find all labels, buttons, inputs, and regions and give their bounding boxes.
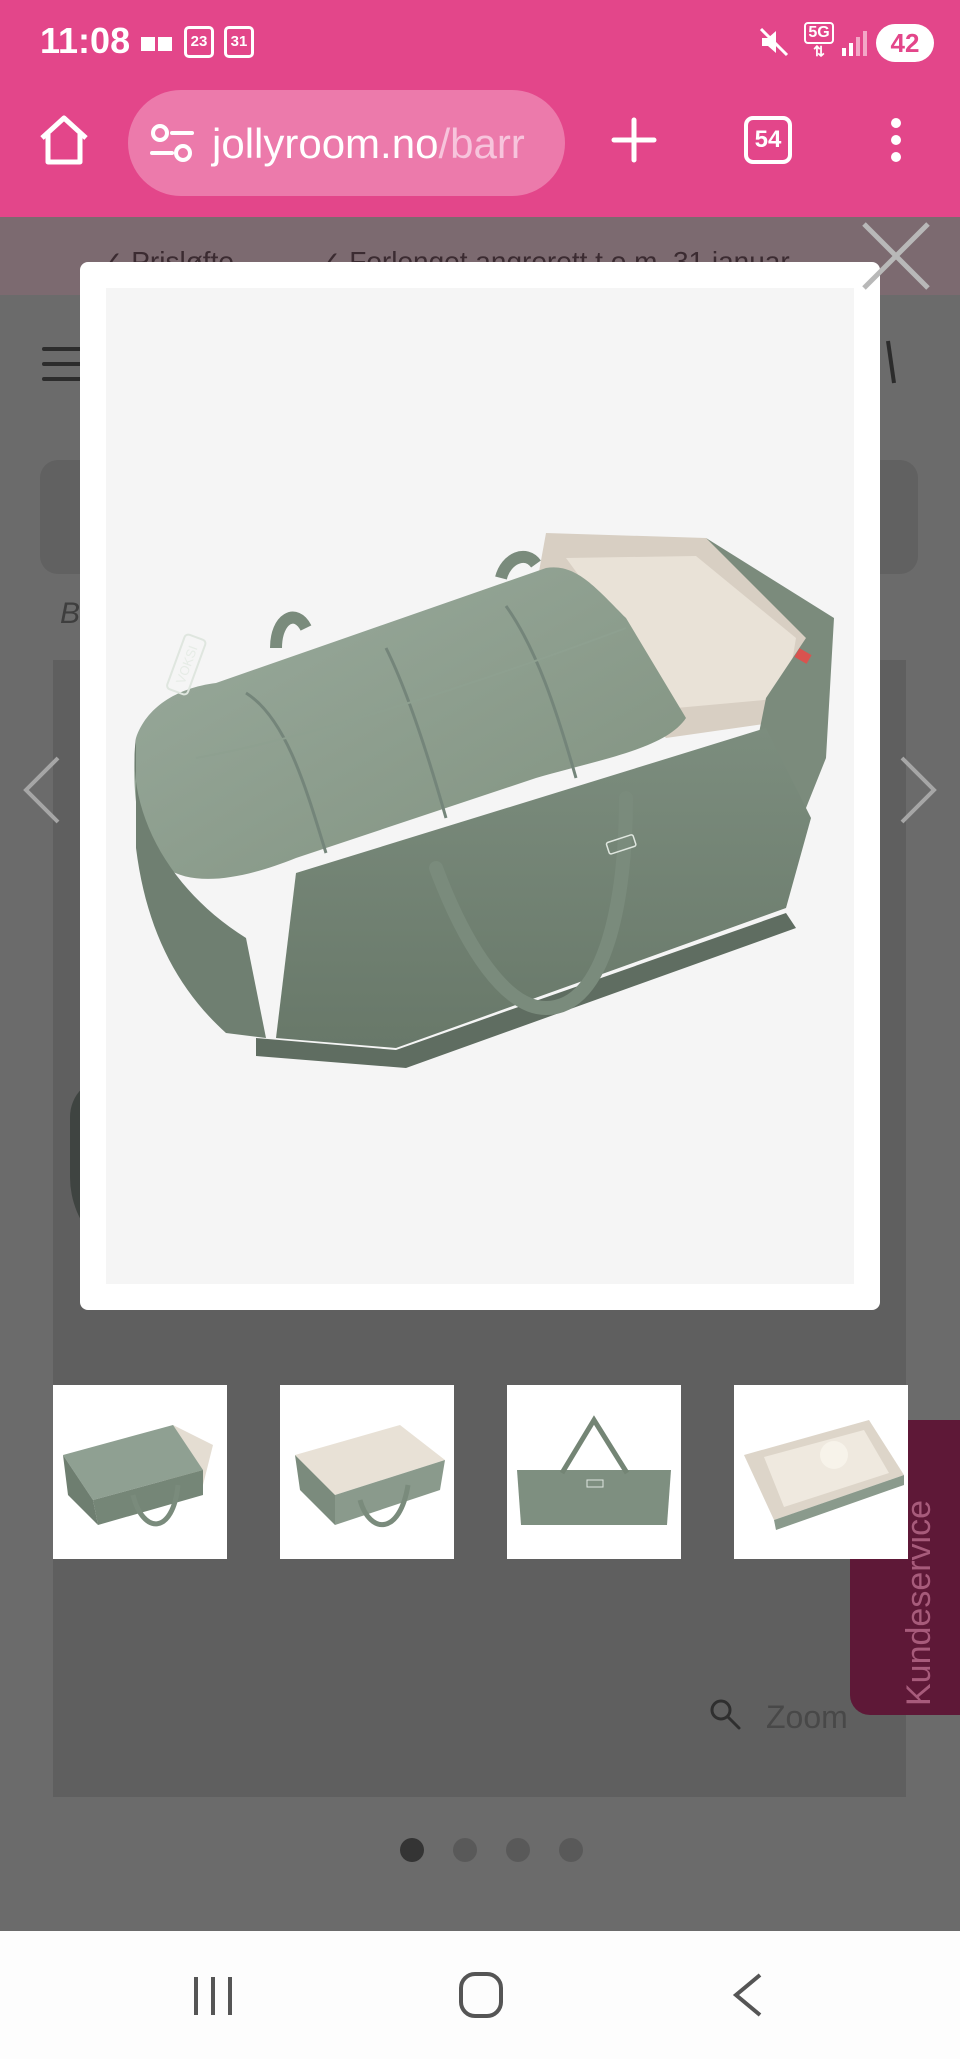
image-lightbox: VOKSI bbox=[80, 262, 880, 1310]
thumbnail-carry-cot-side bbox=[517, 1415, 671, 1525]
previous-image-icon[interactable] bbox=[20, 752, 64, 828]
back-icon[interactable] bbox=[730, 1971, 766, 2019]
browser-toolbar: jollyroom.no/barr 54 bbox=[0, 86, 960, 217]
url-host: jollyroom.no bbox=[212, 120, 439, 167]
status-time: 11:08 bbox=[40, 20, 131, 61]
carousel-dot[interactable] bbox=[506, 1838, 530, 1862]
network-label: 5G bbox=[804, 22, 834, 44]
brand-label: VOKSI bbox=[173, 643, 201, 685]
signal-icon bbox=[842, 31, 867, 56]
network-5g-icon: 5G ⇅ bbox=[804, 22, 834, 62]
thumbnail-strip bbox=[53, 1385, 908, 1559]
more-menu-icon[interactable] bbox=[880, 116, 912, 166]
thumbnail-1[interactable] bbox=[53, 1385, 227, 1559]
thumbnail-3[interactable] bbox=[507, 1385, 681, 1559]
url-text: jollyroom.no/barr bbox=[212, 120, 525, 168]
tab-switcher-button[interactable]: 54 bbox=[744, 116, 792, 164]
new-tab-icon[interactable] bbox=[610, 116, 658, 164]
thumbnail-4[interactable] bbox=[734, 1385, 908, 1559]
menu-icon[interactable] bbox=[42, 347, 82, 381]
status-bar: 11:08 23 31 5G ⇅ 42 bbox=[0, 0, 960, 86]
battery-indicator: 42 bbox=[876, 24, 934, 62]
notification-icon bbox=[141, 37, 172, 51]
url-path: /barr bbox=[438, 120, 525, 167]
thumbnail-carry-cot-covered bbox=[63, 1425, 213, 1527]
address-bar[interactable]: jollyroom.no/barr bbox=[128, 90, 565, 196]
thumbnail-carry-cot-open bbox=[295, 1425, 445, 1528]
mute-icon bbox=[759, 27, 789, 57]
calendar-day-text: 23 bbox=[190, 33, 208, 50]
calendar-date-icon: 31 bbox=[224, 26, 254, 58]
carousel-dot[interactable] bbox=[400, 1838, 424, 1862]
recent-apps-icon[interactable] bbox=[190, 1973, 236, 2019]
breadcrumb[interactable]: B bbox=[60, 597, 80, 631]
calendar-icon: 23 bbox=[184, 26, 214, 58]
home-button-icon[interactable] bbox=[458, 1971, 504, 2019]
carousel-dot[interactable] bbox=[559, 1838, 583, 1862]
system-navigation-bar bbox=[0, 1931, 960, 2059]
zoom-label: Zoom bbox=[766, 1699, 848, 1735]
calendar-date-text: 31 bbox=[230, 33, 248, 50]
magnifier-icon bbox=[710, 1699, 741, 1730]
close-icon[interactable] bbox=[858, 218, 934, 294]
thumbnail-carry-cot-top bbox=[744, 1420, 904, 1530]
home-icon[interactable] bbox=[36, 112, 92, 168]
thumbnail-2[interactable] bbox=[280, 1385, 454, 1559]
next-image-icon[interactable] bbox=[896, 752, 940, 828]
carry-cot-image: VOKSI bbox=[134, 533, 834, 1068]
product-image: VOKSI bbox=[106, 288, 854, 1284]
carousel-dot[interactable] bbox=[453, 1838, 477, 1862]
site-settings-icon[interactable] bbox=[150, 122, 194, 164]
